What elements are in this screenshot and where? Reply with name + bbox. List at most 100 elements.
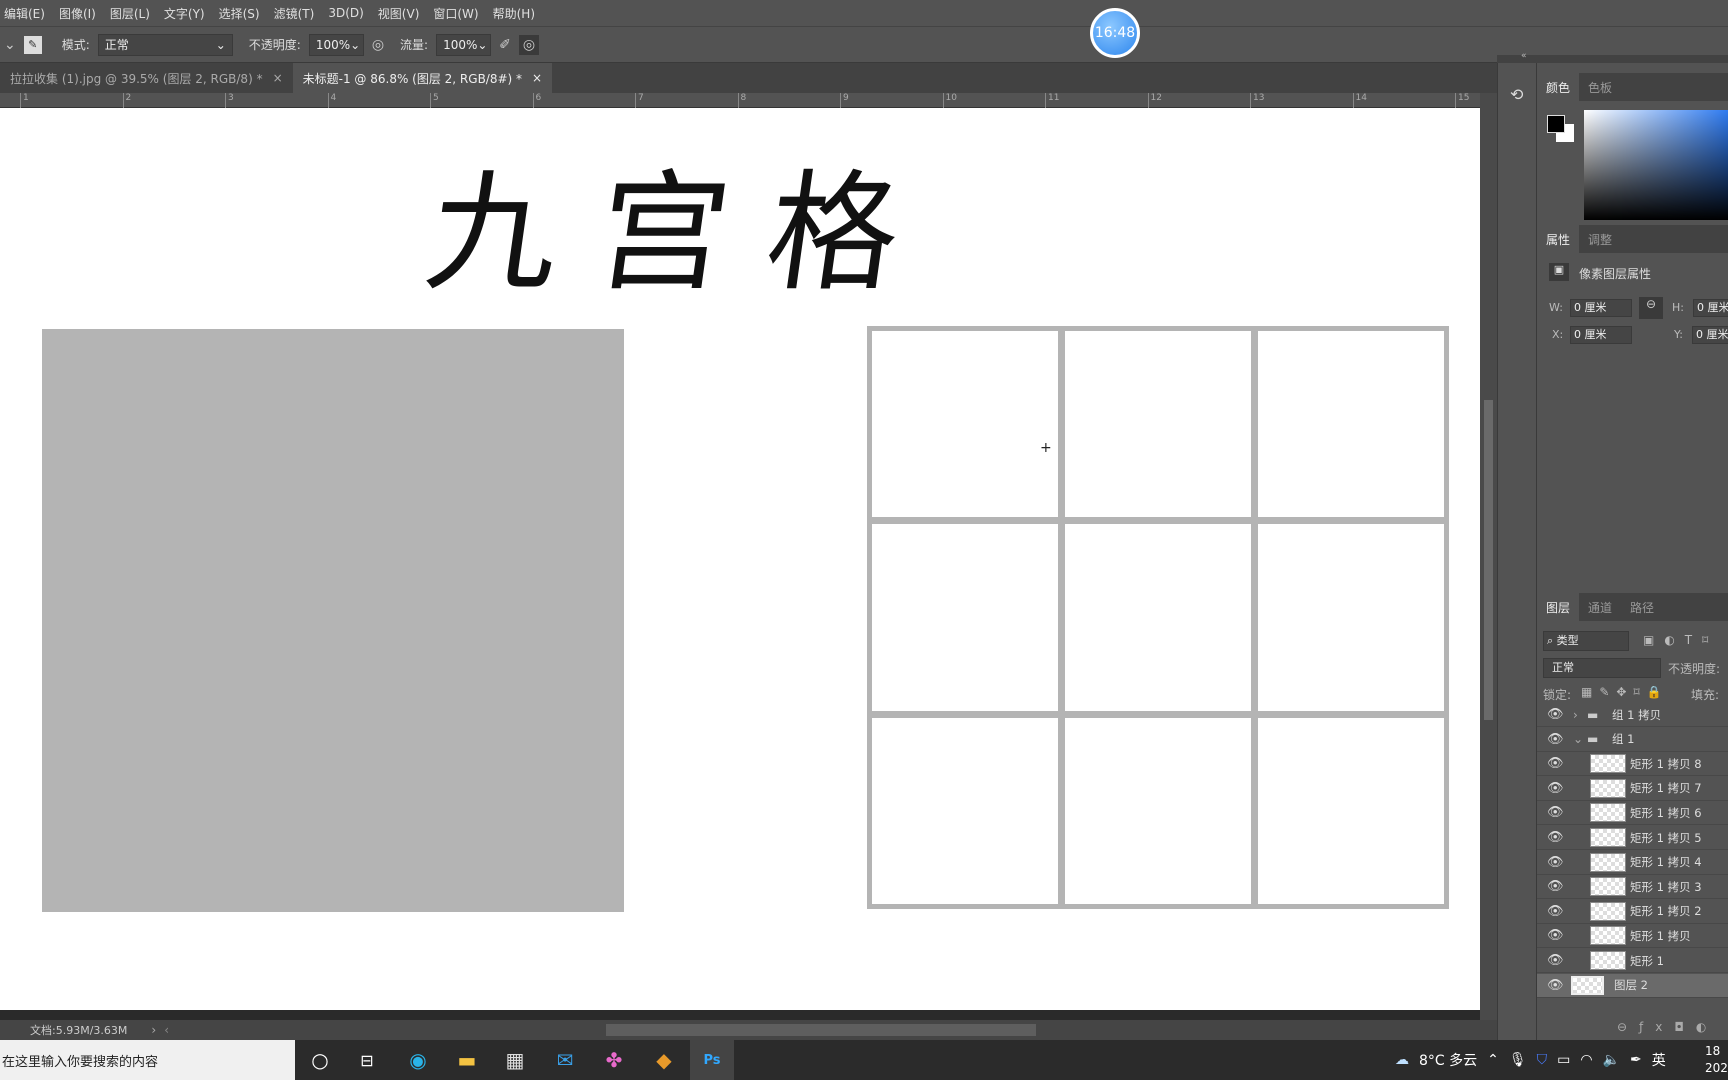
layer-row[interactable]: 👁 矩形 1 拷贝 2: [1537, 900, 1728, 924]
vertical-scroll-thumb[interactable]: [1484, 400, 1493, 720]
menu-item[interactable]: 窗口(W): [433, 5, 478, 22]
weather-text[interactable]: 8°C 多云: [1419, 1050, 1477, 1070]
pressure-opacity-icon[interactable]: ◎: [372, 37, 384, 53]
pressure-size-icon[interactable]: ◎: [518, 34, 540, 55]
menu-item[interactable]: 视图(V): [378, 5, 420, 22]
layer-footer-icons[interactable]: ⊖ƒx◘◐: [1617, 1020, 1718, 1034]
y-field[interactable]: 0 厘米: [1692, 326, 1728, 344]
layer-row[interactable]: 👁 ⌄ ▬ 组 1: [1537, 728, 1728, 752]
layer-row[interactable]: 👁 矩形 1 拷贝 5: [1537, 826, 1728, 850]
tab-layers[interactable]: 图层: [1537, 593, 1580, 621]
filter-icons[interactable]: ▣◐T⌑: [1643, 633, 1718, 647]
layer-row[interactable]: 👁 矩形 1 拷贝: [1537, 924, 1728, 949]
status-menu-arrow-icon[interactable]: ›: [151, 1023, 156, 1037]
ime-indicator[interactable]: 英: [1652, 1050, 1666, 1070]
layer-row[interactable]: 👁 矩形 1 拷贝 4: [1537, 851, 1728, 875]
layer-row[interactable]: 👁 图层 2: [1537, 973, 1728, 998]
chevron-down-icon[interactable]: ⌄: [1573, 732, 1583, 746]
blend-mode-select[interactable]: 正常: [1543, 658, 1661, 678]
eye-icon[interactable]: 👁: [1547, 879, 1564, 894]
chevron-right-icon[interactable]: ›: [1573, 708, 1578, 722]
nine-grid-right[interactable]: [867, 326, 1449, 909]
tab-channels[interactable]: 通道: [1579, 593, 1621, 621]
eye-icon[interactable]: 👁: [1547, 732, 1564, 747]
options-bar: ⌄ ✎ 模式: 正常 ⌄ 不透明度: 100% ⌄ ◎ 流量: 100% ⌄ ✐ ◎: [0, 27, 1728, 63]
volume-icon[interactable]: 🔈: [1603, 1052, 1620, 1068]
menu-item[interactable]: 滤镜(T): [274, 5, 315, 22]
airbrush-icon[interactable]: ✐: [499, 37, 511, 53]
photoshop-taskbar-icon[interactable]: Ps: [690, 1040, 734, 1080]
game-app-icon[interactable]: ◆: [642, 1040, 686, 1080]
layer-filter-select[interactable]: ⌕ 类型: [1543, 631, 1629, 651]
color-picker-field[interactable]: [1584, 110, 1728, 220]
microphone-icon[interactable]: 🎙: [1509, 1052, 1527, 1068]
nine-grid-left[interactable]: [42, 329, 624, 912]
canvas[interactable]: 九宫格 +: [0, 108, 1480, 1010]
menu-item[interactable]: 编辑(E): [4, 5, 45, 22]
tab-adjustments[interactable]: 调整: [1579, 225, 1621, 253]
taskbar-clock[interactable]: 18 202: [1705, 1043, 1728, 1077]
tab-untitled[interactable]: 未标题-1 @ 86.8% (图层 2, RGB/8#) * ×: [292, 63, 553, 93]
eye-icon[interactable]: 👁: [1547, 707, 1564, 722]
foreground-color-swatch[interactable]: [1547, 115, 1565, 133]
flow-input[interactable]: 100% ⌄: [436, 33, 492, 56]
shield-icon[interactable]: ⛉: [1537, 1052, 1548, 1068]
menu-item[interactable]: 文字(Y): [164, 5, 205, 22]
lock-icons[interactable]: ▦✎✥⌑🔒: [1581, 685, 1669, 699]
taskbar-search[interactable]: 在这里输入你要搜索的内容: [0, 1040, 295, 1080]
menu-item[interactable]: 3D(D): [328, 6, 363, 20]
store-icon[interactable]: ▦: [493, 1040, 537, 1080]
brush-preset-icon[interactable]: ✎: [23, 35, 42, 54]
mode-select[interactable]: 正常 ⌄: [97, 33, 233, 56]
close-icon[interactable]: ×: [532, 71, 542, 85]
eye-icon[interactable]: 👁: [1547, 756, 1564, 771]
eye-icon[interactable]: 👁: [1547, 855, 1564, 870]
chevron-down-icon[interactable]: ⌄: [4, 37, 16, 53]
menu-item[interactable]: 图像(I): [59, 5, 96, 22]
layer-row[interactable]: 👁 矩形 1 拷贝 7: [1537, 777, 1728, 801]
close-icon[interactable]: ×: [273, 71, 283, 85]
link-icon[interactable]: ⊖: [1639, 297, 1663, 319]
width-field[interactable]: 0 厘米: [1570, 299, 1632, 317]
edge-icon[interactable]: ◉: [396, 1040, 440, 1080]
eye-icon[interactable]: 👁: [1547, 781, 1564, 796]
menu-item[interactable]: 选择(S): [219, 5, 260, 22]
history-icon[interactable]: ⟲: [1510, 85, 1523, 104]
x-field[interactable]: 0 厘米: [1570, 326, 1632, 344]
file-explorer-icon[interactable]: ▬: [445, 1040, 489, 1080]
tab-color[interactable]: 颜色: [1537, 73, 1580, 101]
colorful-app-icon[interactable]: ✤: [592, 1040, 636, 1080]
chevron-up-icon[interactable]: ⌃: [1487, 1052, 1499, 1068]
mail-icon[interactable]: ✉: [543, 1040, 587, 1080]
horizontal-scroll-thumb[interactable]: [606, 1024, 1036, 1036]
eye-icon[interactable]: 👁: [1547, 978, 1564, 993]
task-view-icon[interactable]: ⊟: [345, 1040, 389, 1080]
pen-icon[interactable]: ✒: [1630, 1052, 1642, 1068]
tab-lala[interactable]: 拉拉收集 (1).jpg @ 39.5% (图层 2, RGB/8) * ×: [0, 63, 293, 93]
tab-properties[interactable]: 属性: [1537, 225, 1580, 253]
opacity-input[interactable]: 100% ⌄: [308, 33, 364, 56]
layer-row[interactable]: 👁 › ▬ 组 1 拷贝: [1537, 703, 1728, 727]
battery-icon[interactable]: ▭: [1557, 1052, 1570, 1068]
wifi-icon[interactable]: ◠: [1580, 1052, 1592, 1068]
cortana-icon[interactable]: ○: [298, 1040, 342, 1080]
layer-row[interactable]: 👁 矩形 1: [1537, 949, 1728, 973]
eye-icon[interactable]: 👁: [1547, 830, 1564, 845]
layer-row[interactable]: 👁 矩形 1 拷贝 3: [1537, 875, 1728, 900]
tab-swatches[interactable]: 色板: [1579, 73, 1621, 101]
eye-icon[interactable]: 👁: [1547, 953, 1564, 968]
menu-item[interactable]: 图层(L): [110, 5, 150, 22]
tab-paths[interactable]: 路径: [1621, 593, 1663, 621]
eye-icon[interactable]: 👁: [1547, 928, 1564, 943]
scroll-left-icon[interactable]: ‹: [164, 1023, 169, 1037]
y-label: Y:: [1674, 328, 1683, 341]
panel-collapse-bar[interactable]: «: [1497, 51, 1728, 63]
eye-icon[interactable]: 👁: [1547, 904, 1564, 919]
layer-row[interactable]: 👁 矩形 1 拷贝 6: [1537, 801, 1728, 826]
height-field[interactable]: 0 厘米: [1693, 299, 1728, 317]
eye-icon[interactable]: 👁: [1547, 805, 1564, 820]
collapse-icon[interactable]: «: [1521, 51, 1527, 61]
layer-thumbnail: [1590, 754, 1626, 774]
menu-item[interactable]: 帮助(H): [493, 5, 535, 22]
layer-row[interactable]: 👁 矩形 1 拷贝 8: [1537, 752, 1728, 777]
